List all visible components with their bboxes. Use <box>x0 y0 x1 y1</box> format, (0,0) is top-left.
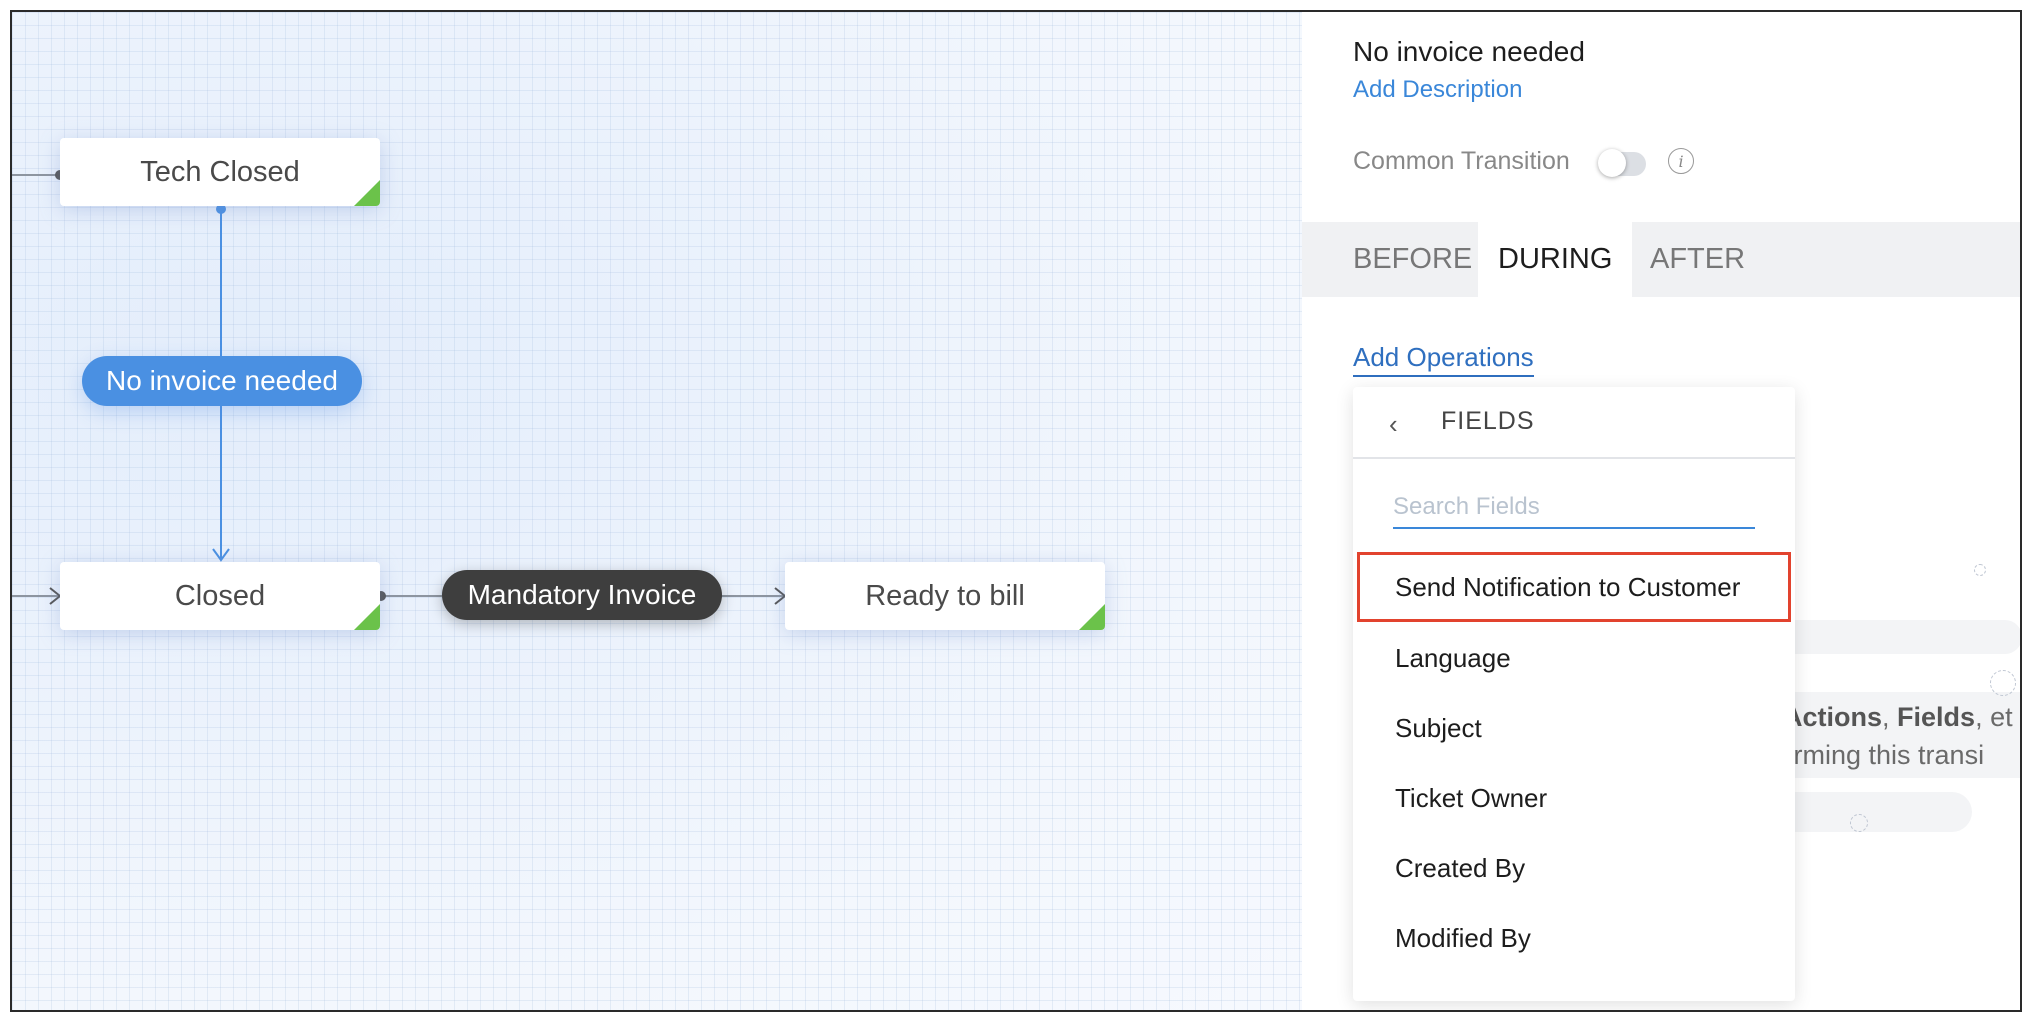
dropdown-title: FIELDS <box>1441 407 1535 435</box>
status-corner-marker <box>354 604 380 630</box>
field-option-created-by[interactable]: Created By <box>1353 833 1795 903</box>
status-node-closed[interactable]: Closed <box>60 562 380 630</box>
add-description-link[interactable]: Add Description <box>1353 76 1522 104</box>
transition-title: No invoice needed <box>1353 36 1585 67</box>
field-option-ticket-owner[interactable]: Ticket Owner <box>1353 763 1795 833</box>
toggle-knob <box>1598 149 1626 177</box>
common-transition-toggle[interactable] <box>1598 149 1646 177</box>
decor-circle-icon <box>1990 670 2016 696</box>
field-option-send-notification[interactable]: Send Notification to Customer <box>1357 552 1791 622</box>
empty-state-text: s Actions, Fields, et rforming this tran… <box>1762 702 2013 770</box>
status-node-tech-closed[interactable]: Tech Closed <box>60 138 380 206</box>
field-option-modified-by[interactable]: Modified By <box>1353 903 1795 973</box>
status-node-ready-to-bill[interactable]: Ready to bill <box>785 562 1105 630</box>
transition-config-panel: No invoice needed Add Description Common… <box>1302 12 2020 1010</box>
transition-tabs: BEFORE DURING AFTER <box>1302 222 2020 297</box>
status-node-label: Ready to bill <box>865 579 1025 612</box>
back-chevron-icon[interactable]: ‹ <box>1389 409 1398 440</box>
status-node-label: Closed <box>174 579 266 612</box>
dropdown-header: ‹ FIELDS <box>1353 387 1795 459</box>
app-frame: Tech Closed No invoice needed Closed Man… <box>10 10 2022 1012</box>
field-option-subject[interactable]: Subject <box>1353 693 1795 763</box>
tab-during[interactable]: DURING <box>1478 222 1633 297</box>
transition-label: Mandatory Invoice <box>467 579 697 610</box>
status-corner-marker <box>1079 604 1105 630</box>
decor-star-icon <box>1974 564 1986 576</box>
field-option-language[interactable]: Language <box>1353 623 1795 693</box>
fields-dropdown: ‹ FIELDS Send Notification to Customer L… <box>1353 387 1795 1001</box>
search-fields-input[interactable] <box>1393 487 1755 529</box>
blueprint-canvas[interactable]: Tech Closed No invoice needed Closed Man… <box>12 12 1302 1010</box>
info-icon[interactable]: i <box>1668 148 1694 174</box>
status-corner-marker <box>354 180 380 206</box>
status-node-label: Tech Closed <box>140 155 300 188</box>
common-transition-label: Common Transition <box>1353 147 1570 175</box>
transition-mandatory-invoice[interactable]: Mandatory Invoice <box>442 570 722 620</box>
transition-label: No invoice needed <box>106 365 338 396</box>
add-operations-link[interactable]: Add Operations <box>1353 342 1534 377</box>
decor-circle-icon <box>1850 814 1868 832</box>
tab-before[interactable]: BEFORE <box>1353 222 1472 297</box>
transition-no-invoice-needed[interactable]: No invoice needed <box>82 356 362 406</box>
tab-after[interactable]: AFTER <box>1650 222 1745 297</box>
